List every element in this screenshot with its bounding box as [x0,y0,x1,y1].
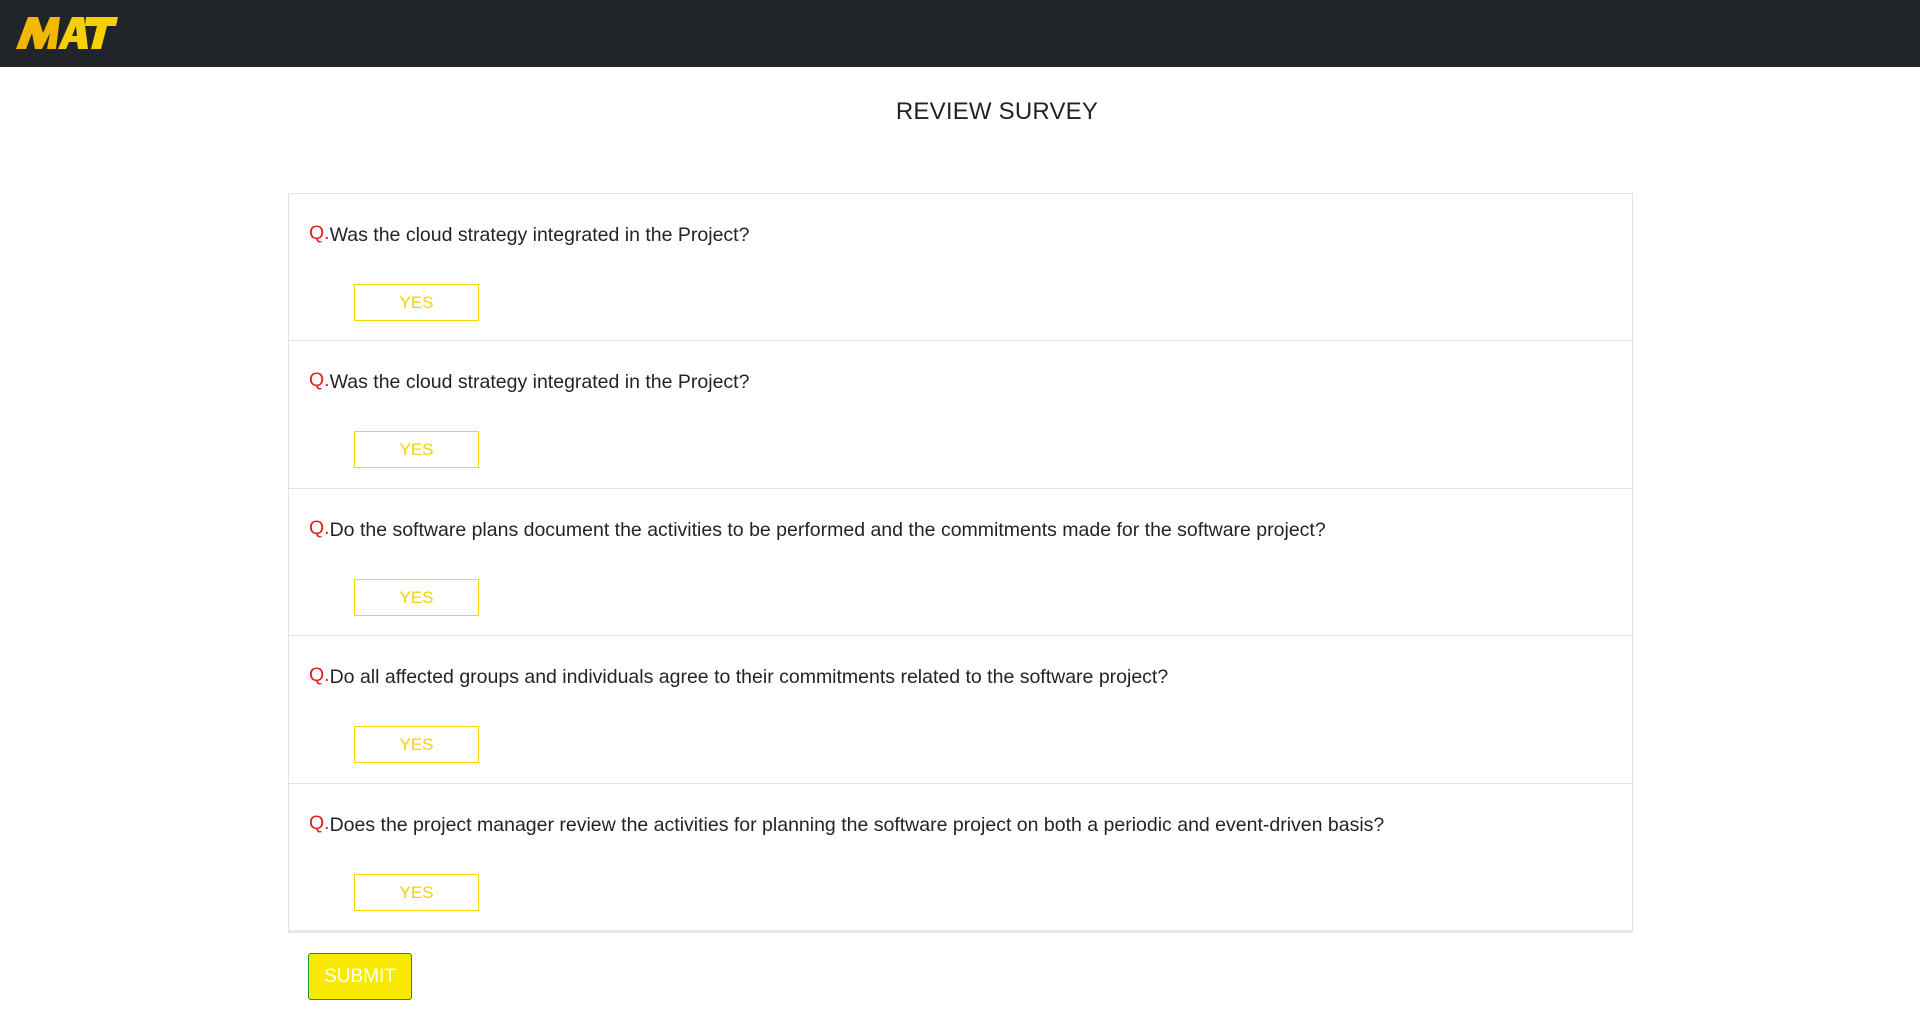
question-prefix: Q. [309,516,330,539]
yes-answer-button[interactable]: YES [354,726,479,764]
question-text: Q.Does the project manager review the ac… [309,812,1384,837]
yes-answer-button[interactable]: YES [354,578,479,616]
question-item: Q.Do all affected groups and individuals… [289,636,1632,784]
question-item: Q.Does the project manager review the ac… [289,784,1632,931]
question-prefix: Q. [309,222,330,244]
question-label: Do all affected groups and individuals a… [329,666,1169,689]
question-label: Do the software plans document the activ… [329,518,1326,541]
top-navbar [0,0,1920,67]
question-prefix: Q. [309,811,330,834]
question-item: Q.Was the cloud strategy integrated in t… [289,341,1632,489]
question-text: Q.Do all affected groups and individuals… [309,664,1168,689]
yes-answer-button[interactable]: YES [354,431,479,469]
submit-button[interactable]: SUBMIT [308,953,412,1000]
question-item: Q.Was the cloud strategy integrated in t… [289,194,1632,342]
mat-logo-icon[interactable] [16,15,118,51]
yes-answer-button[interactable]: YES [354,284,479,321]
question-label: Was the cloud strategy integrated in the… [329,224,750,246]
survey-question-list: Q.Was the cloud strategy integrated in t… [288,193,1633,933]
question-prefix: Q. [309,369,330,392]
page-title: REVIEW SURVEY [895,98,1099,125]
question-text: Q.Do the software plans document the act… [309,517,1326,542]
question-text: Q.Was the cloud strategy integrated in t… [309,222,749,247]
yes-answer-button[interactable]: YES [354,873,479,911]
question-prefix: Q. [309,664,330,687]
question-text: Q.Was the cloud strategy integrated in t… [309,369,749,394]
question-item: Q.Do the software plans document the act… [289,489,1632,637]
question-label: Was the cloud strategy integrated in the… [329,371,750,394]
question-label: Does the project manager review the acti… [329,813,1385,836]
